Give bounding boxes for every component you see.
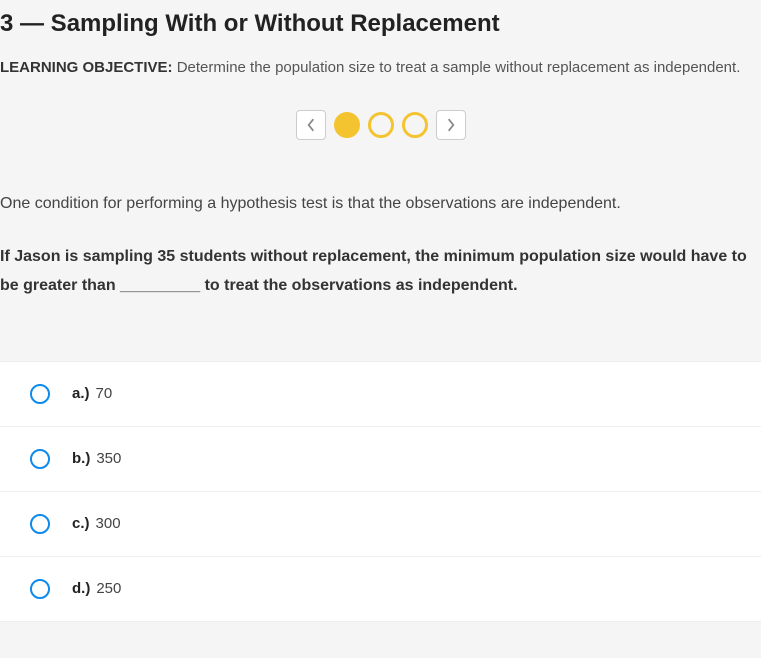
learning-objective-label: LEARNING OBJECTIVE: [0,59,173,76]
radio-icon [30,579,50,599]
radio-icon [30,384,50,404]
option-d[interactable]: d.) 250 [0,556,761,622]
option-a[interactable]: a.) 70 [0,361,761,426]
option-value: 300 [96,515,121,532]
learning-objective-text: Determine the population size to treat a… [177,59,741,76]
option-value: 350 [96,450,121,467]
option-letter: b.) [72,450,90,467]
option-letter: a.) [72,385,90,402]
question-pagination [0,110,761,140]
page-title: 3 — Sampling With or Without Replacement [0,10,761,38]
answer-options: a.) 70 b.) 350 c.) 300 d.) 250 [0,361,761,622]
radio-icon [30,514,50,534]
chevron-right-icon [446,118,456,132]
question-intro: One condition for performing a hypothesi… [0,190,761,217]
prev-button[interactable] [296,110,326,140]
option-value: 70 [96,385,113,402]
option-c[interactable]: c.) 300 [0,491,761,556]
option-letter: d.) [72,580,90,597]
learning-objective: LEARNING OBJECTIVE: Determine the popula… [0,56,761,80]
option-b[interactable]: b.) 350 [0,426,761,491]
option-letter: c.) [72,515,90,532]
page-dot-2[interactable] [368,112,394,138]
chevron-left-icon [306,118,316,132]
radio-icon [30,449,50,469]
question-prompt: If Jason is sampling 35 students without… [0,243,761,301]
page-dot-1[interactable] [334,112,360,138]
page-dot-3[interactable] [402,112,428,138]
option-value: 250 [96,580,121,597]
next-button[interactable] [436,110,466,140]
